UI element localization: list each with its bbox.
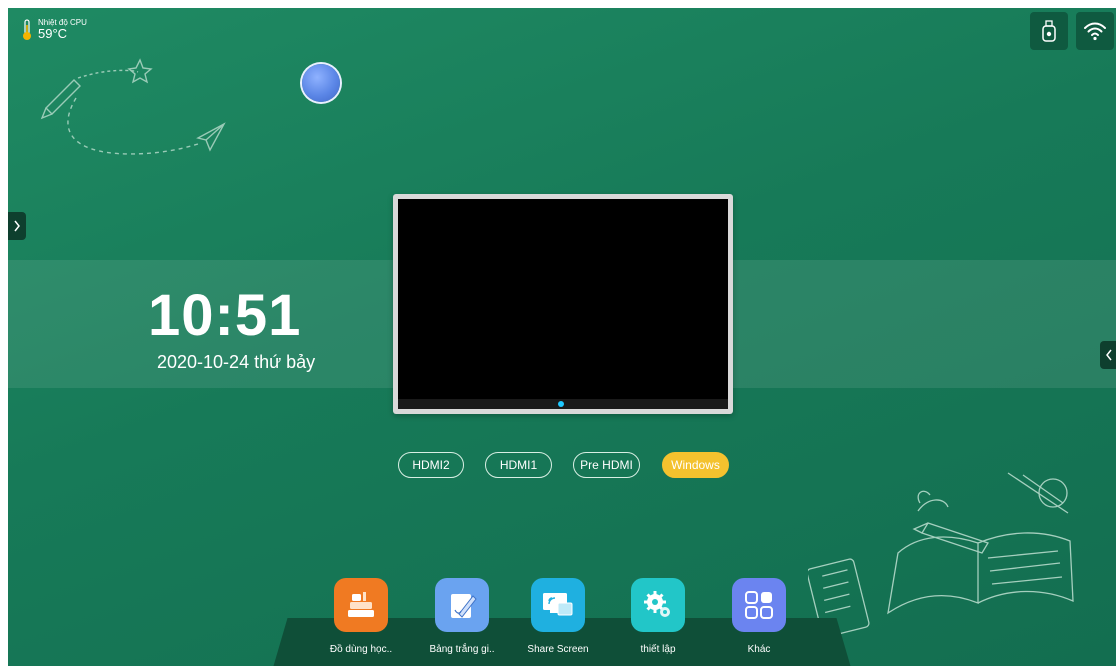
chevron-right-icon [14,220,20,232]
app-share-screen[interactable]: Share Screen [518,578,598,655]
doodle-books-illustration [808,472,1074,638]
floating-assistive-ball[interactable] [302,64,340,102]
app-share-screen-tile [531,578,585,632]
settings-gears-icon [644,591,670,617]
app-settings-label: thiết lập [640,644,676,655]
source-hdmi2-button[interactable]: HDMI2 [398,452,464,478]
chevron-left-icon [1106,349,1112,361]
app-share-screen-label: Share Screen [527,644,589,655]
source-preview-window[interactable] [393,194,733,414]
app-whiteboard[interactable]: Bảng trắng gi.. [422,578,502,655]
cpu-temperature-value: 59°C [38,26,68,41]
usb-drive-icon [1042,20,1056,42]
app-settings-tile [631,578,685,632]
app-more[interactable]: Khác [719,578,799,655]
doodle-pencil-plane-illustration [40,58,226,155]
app-whiteboard-tile [435,578,489,632]
left-sidebar-toggle[interactable] [8,212,26,240]
cpu-temperature: Nhiệt độ CPU 59°C [22,18,87,41]
app-whiteboard-label: Bảng trắng gi.. [429,644,495,655]
app-more-label: Khác [747,644,771,655]
launcher-screen: Nhiệt độ CPU 59°C 10:51 2020-10-24 thứ b… [8,8,1116,666]
app-teaching-tools[interactable]: Đồ dùng học.. [321,578,401,655]
right-sidebar-toggle[interactable] [1100,341,1116,369]
wifi-icon [1084,22,1106,41]
clock-date: 2020-10-24 thứ bảy [157,352,316,372]
source-hdmi1-button[interactable]: HDMI1 [485,452,552,478]
share-screen-icon [543,593,573,616]
books-icon [348,592,374,617]
clock-time: 10:51 [148,283,302,348]
whiteboard-pen-icon [451,594,477,618]
app-settings[interactable]: thiết lập [618,578,698,655]
source-windows-button[interactable]: Windows [662,452,729,478]
wifi-button[interactable] [1076,12,1114,50]
app-more-tile [732,578,786,632]
app-teaching-tools-tile [334,578,388,632]
app-teaching-tools-label: Đồ dùng học.. [329,644,393,655]
source-preview-display [398,199,728,399]
usb-drive-button[interactable] [1030,12,1068,50]
power-indicator-led [558,401,564,407]
source-pre-hdmi-button[interactable]: Pre HDMI [573,452,640,478]
apps-grid-icon [745,591,773,619]
thermometer-icon [23,18,31,40]
